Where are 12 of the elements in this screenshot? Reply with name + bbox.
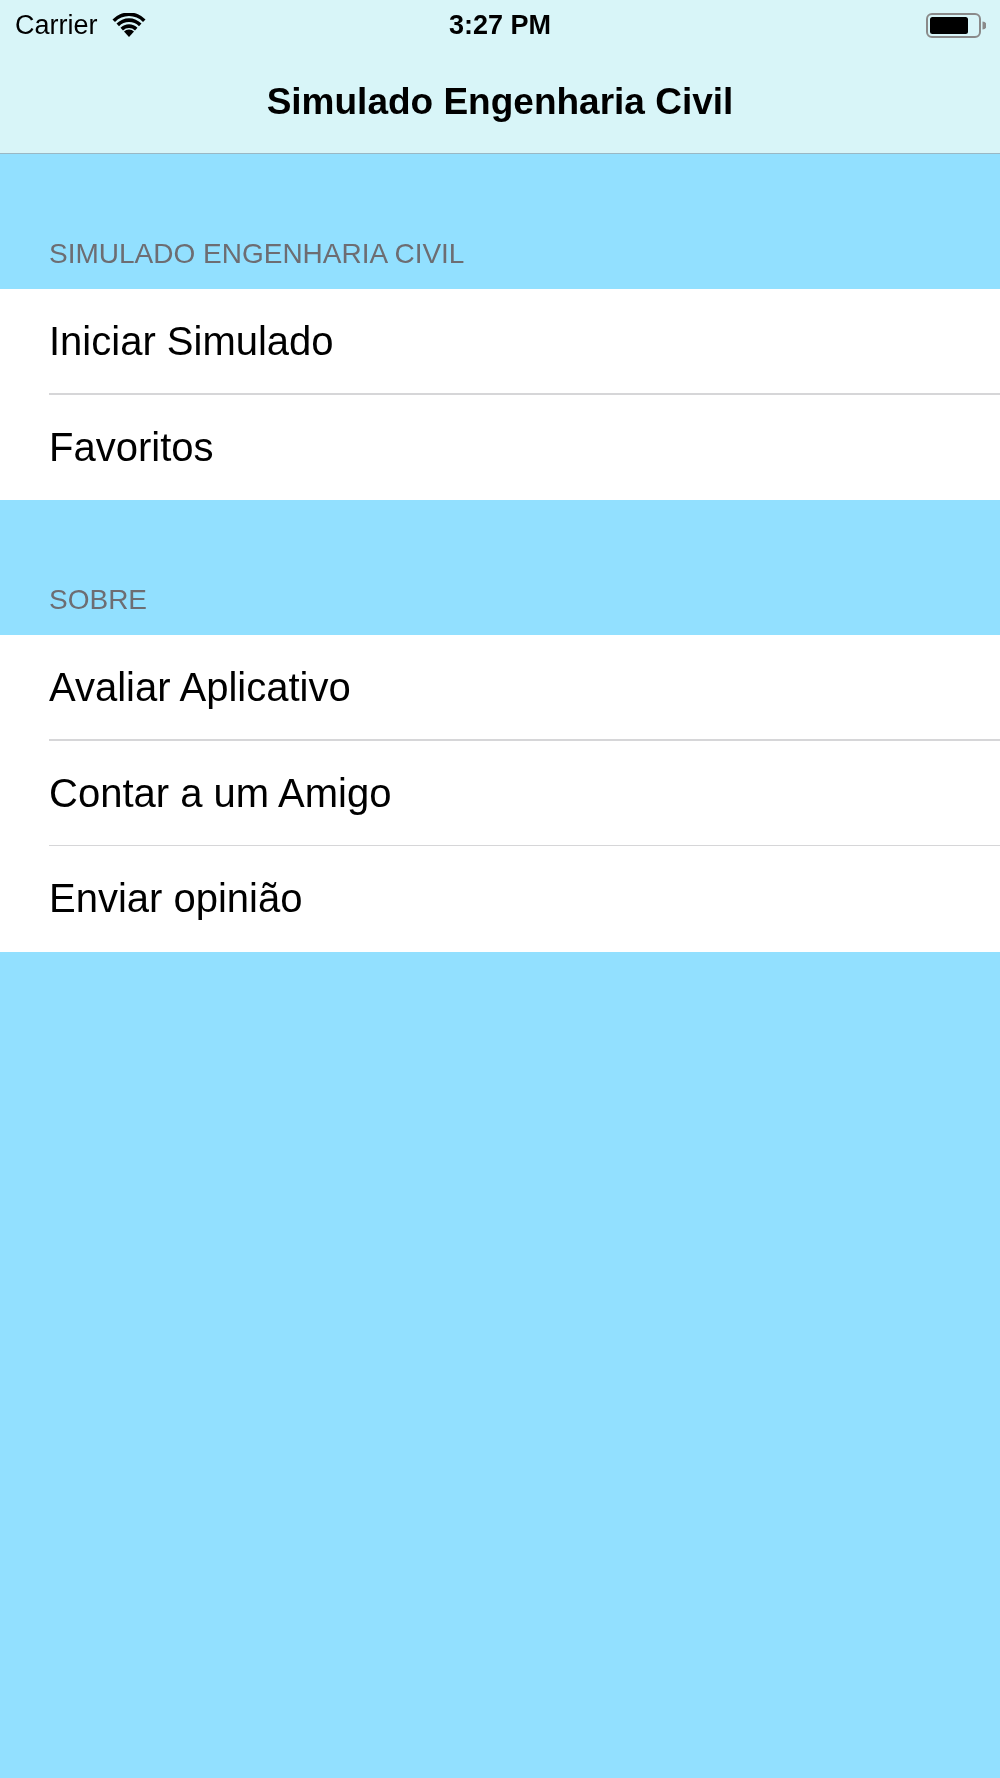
status-time: 3:27 PM (449, 9, 551, 41)
table-row[interactable]: Iniciar Simulado (0, 289, 1000, 395)
table-row[interactable]: Favoritos (0, 394, 1000, 500)
wifi-icon (111, 13, 146, 37)
section-header: SOBRE (49, 584, 148, 616)
section-header: SIMULADO ENGENHARIA CIVIL (49, 238, 465, 270)
battery-icon (926, 12, 986, 38)
carrier-label: Carrier (15, 9, 98, 41)
table-row[interactable]: Avaliar Aplicativo (0, 635, 1000, 741)
table-row[interactable]: Enviar opinião (0, 846, 1000, 952)
table-row[interactable]: Contar a um Amigo (0, 740, 1000, 846)
navigation-title: Simulado Engenharia Civil (266, 81, 734, 123)
